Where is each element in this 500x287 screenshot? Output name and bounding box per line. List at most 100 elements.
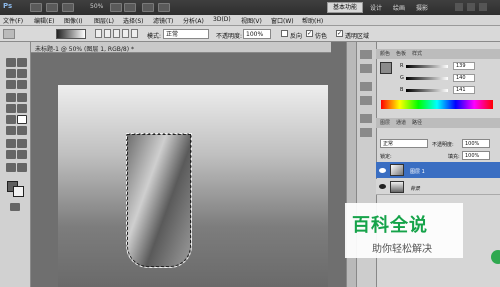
menu-select[interactable]: 选择(S) xyxy=(123,16,144,25)
layer-name[interactable]: 背景 xyxy=(410,185,420,192)
watermark-title: 百科全说 xyxy=(352,215,428,236)
layer-thumbnail xyxy=(390,164,404,176)
bridge-icon[interactable] xyxy=(30,3,42,12)
workspace-photography[interactable]: 摄影 xyxy=(416,3,428,12)
eraser-tool-icon[interactable] xyxy=(6,115,16,124)
color-panel-foreground-swatch[interactable] xyxy=(380,62,392,74)
blue-slider[interactable] xyxy=(406,89,448,92)
path-select-icon[interactable] xyxy=(6,150,16,159)
menu-window[interactable]: 窗口(W) xyxy=(271,16,294,25)
type-tool-icon[interactable] xyxy=(17,139,27,148)
tab-layers[interactable]: 图层 xyxy=(380,119,390,126)
menu-view[interactable]: 视图(V) xyxy=(241,16,262,25)
shape-tool-icon[interactable] xyxy=(17,150,27,159)
paragraph-panel-icon[interactable] xyxy=(360,128,372,137)
minimize-icon[interactable] xyxy=(455,3,463,11)
marquee-tool-icon[interactable] xyxy=(17,58,27,67)
workspace-design[interactable]: 设计 xyxy=(370,3,382,12)
selection-marquee[interactable] xyxy=(126,133,192,268)
layer-name[interactable]: 图层 1 xyxy=(410,168,425,175)
layers-panel-tabs xyxy=(376,118,500,128)
quick-mask-icon[interactable] xyxy=(10,203,20,211)
clone-source-panel-icon[interactable] xyxy=(360,96,372,105)
lock-label: 锁定: xyxy=(380,154,392,160)
gradient-tool-preset-icon[interactable] xyxy=(3,29,15,39)
green-value-input[interactable]: 140 xyxy=(453,74,475,82)
zoom-tool-side-icon[interactable] xyxy=(17,163,27,172)
3d-rotate-icon[interactable] xyxy=(6,163,16,172)
blend-mode-select[interactable]: 正常 xyxy=(380,139,428,148)
background-color-swatch[interactable] xyxy=(13,186,24,197)
canvas[interactable] xyxy=(58,85,328,287)
menu-layer[interactable]: 图层(L) xyxy=(94,16,114,25)
layer-opacity-input[interactable]: 100% xyxy=(462,139,490,148)
character-panel-icon[interactable] xyxy=(360,114,372,123)
color-spectrum-bar[interactable] xyxy=(381,100,493,109)
zoom-level[interactable]: 50% xyxy=(90,3,103,10)
dither-checkbox[interactable]: ✓ xyxy=(306,30,313,37)
green-slider[interactable] xyxy=(406,77,448,80)
watermark-subtitle: 助你轻松解决 xyxy=(372,244,432,255)
move-tool-icon[interactable] xyxy=(6,58,16,67)
eyedropper-tool-icon[interactable] xyxy=(17,80,27,89)
tab-color[interactable]: 颜色 xyxy=(380,50,390,57)
workspace-painting[interactable]: 绘画 xyxy=(393,3,405,12)
eye-icon[interactable] xyxy=(379,168,386,173)
tab-styles[interactable]: 样式 xyxy=(412,50,422,57)
transparency-checkbox[interactable]: ✓ xyxy=(336,30,343,37)
menu-analysis[interactable]: 分析(A) xyxy=(183,16,204,25)
radial-gradient-button[interactable] xyxy=(104,29,111,38)
gradient-picker[interactable] xyxy=(56,29,86,39)
mode-label: 模式: xyxy=(147,33,162,40)
mini-bridge-icon[interactable] xyxy=(46,3,58,12)
tab-paths[interactable]: 路径 xyxy=(412,119,422,126)
green-label: G xyxy=(400,75,404,81)
quick-select-tool-icon[interactable] xyxy=(17,69,27,78)
reflected-gradient-button[interactable] xyxy=(122,29,129,38)
angle-gradient-button[interactable] xyxy=(113,29,120,38)
actions-panel-icon[interactable] xyxy=(360,64,372,73)
screen-mode-icon[interactable] xyxy=(158,3,170,12)
diamond-gradient-button[interactable] xyxy=(131,29,138,38)
gradient-tool-icon[interactable] xyxy=(17,115,27,124)
tab-swatches[interactable]: 色板 xyxy=(396,50,406,57)
history-panel-icon[interactable] xyxy=(360,50,372,59)
mode-select[interactable]: 正常 xyxy=(163,29,209,39)
fill-input[interactable]: 100% xyxy=(462,151,490,160)
brush-panel-icon[interactable] xyxy=(360,82,372,91)
blue-value-input[interactable]: 141 xyxy=(453,86,475,94)
menu-3d[interactable]: 3D(D) xyxy=(213,16,231,23)
watermark-badge-icon xyxy=(491,250,500,264)
healing-brush-icon[interactable] xyxy=(6,93,16,102)
eye-icon[interactable] xyxy=(379,184,386,189)
opacity-input[interactable]: 100% xyxy=(243,29,271,39)
reverse-checkbox[interactable] xyxy=(281,30,288,37)
linear-gradient-button[interactable] xyxy=(95,29,102,38)
maximize-icon[interactable] xyxy=(467,3,475,11)
hand-tool-icon[interactable] xyxy=(110,3,122,12)
view-extras-icon[interactable] xyxy=(62,3,74,12)
history-brush-icon[interactable] xyxy=(17,104,27,113)
clone-stamp-icon[interactable] xyxy=(6,104,16,113)
document-tab-title[interactable]: 未标题-1 @ 50% (图层 1, RGB/8) * xyxy=(35,44,134,53)
red-value-input[interactable]: 139 xyxy=(453,62,475,70)
menu-help[interactable]: 帮助(H) xyxy=(302,16,323,25)
menu-image[interactable]: 图像(I) xyxy=(64,16,82,25)
brush-tool-icon[interactable] xyxy=(17,93,27,102)
zoom-tool-icon[interactable] xyxy=(124,3,136,12)
lasso-tool-icon[interactable] xyxy=(6,69,16,78)
menu-filter[interactable]: 滤镜(T) xyxy=(153,16,173,25)
reverse-label: 反向 xyxy=(290,33,303,40)
blur-tool-icon[interactable] xyxy=(6,126,16,135)
crop-tool-icon[interactable] xyxy=(6,80,16,89)
workspace-essentials-button[interactable]: 基本功能 xyxy=(327,2,363,13)
dodge-tool-icon[interactable] xyxy=(17,126,27,135)
red-slider[interactable] xyxy=(406,65,448,68)
transparency-label: 透明区域 xyxy=(345,33,370,40)
tab-channels[interactable]: 通道 xyxy=(396,119,406,126)
close-icon[interactable] xyxy=(479,3,487,11)
menu-edit[interactable]: 编辑(E) xyxy=(34,16,54,25)
arrange-documents-icon[interactable] xyxy=(142,3,154,12)
menu-file[interactable]: 文件(F) xyxy=(3,16,23,25)
pen-tool-icon[interactable] xyxy=(6,139,16,148)
